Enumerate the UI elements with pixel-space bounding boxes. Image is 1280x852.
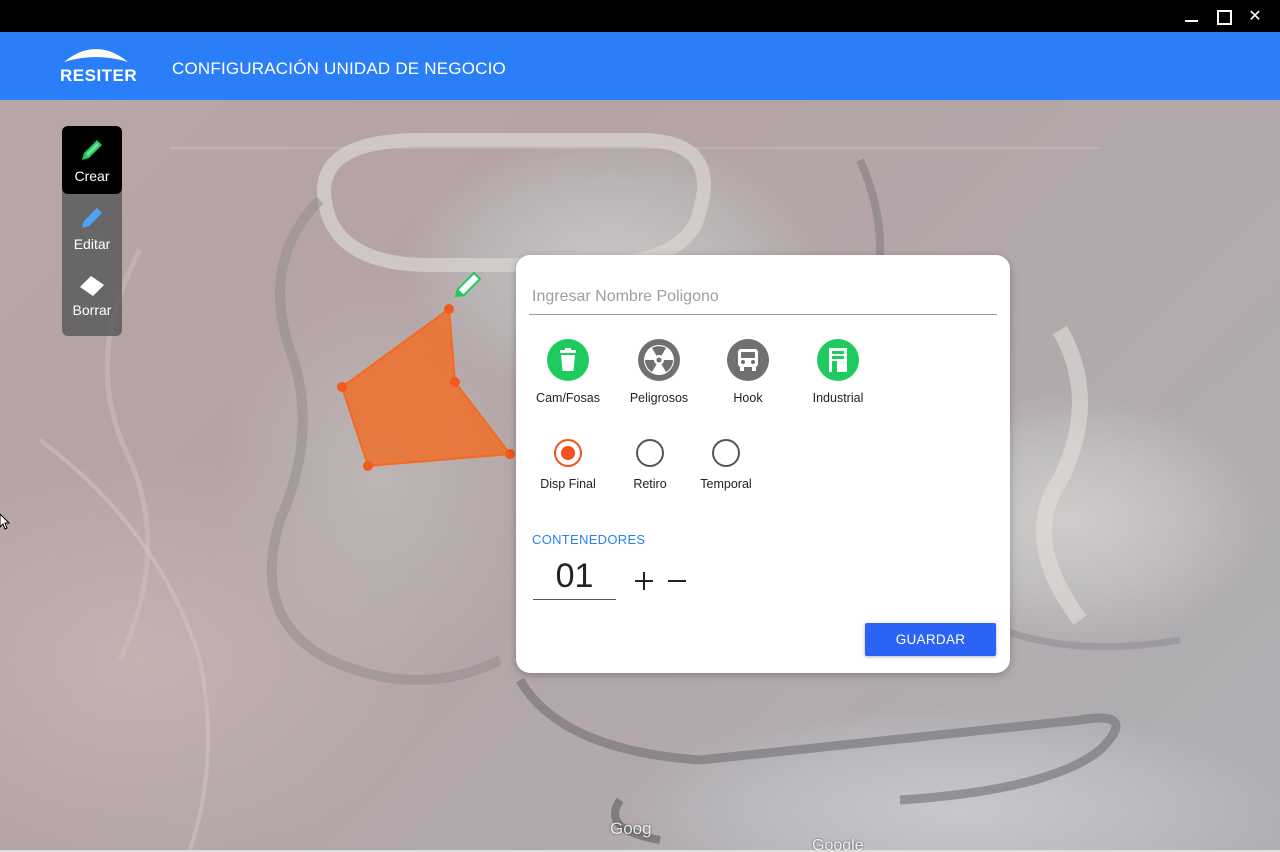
eraser-icon	[80, 276, 104, 296]
polygon-vertex[interactable]	[505, 449, 515, 459]
truck-icon	[727, 339, 769, 381]
radio-button[interactable]	[636, 439, 664, 467]
type-label: Cam/Fosas	[536, 391, 600, 405]
polygon-vertex[interactable]	[337, 382, 347, 392]
type-label: Hook	[733, 391, 763, 405]
radio-label: Temporal	[700, 477, 752, 491]
pencil-icon	[82, 208, 102, 228]
increment-button[interactable]	[633, 565, 655, 590]
tool-label: Crear	[74, 168, 110, 184]
resiter-logo: RESITER	[56, 44, 138, 88]
radio-temporal[interactable]: Temporal	[686, 439, 766, 491]
type-label: Peligrosos	[629, 391, 689, 405]
drawing-toolbox: Crear Editar Borrar	[62, 126, 122, 336]
close-icon[interactable]: ✕	[1244, 6, 1266, 26]
trash-icon	[547, 339, 589, 381]
containers-count[interactable]: 01	[533, 555, 616, 600]
containers-label: CONTENEDORES	[532, 532, 646, 547]
google-attribution: Google	[812, 837, 864, 850]
tool-editar[interactable]: Editar	[62, 204, 122, 264]
radio-retiro[interactable]: Retiro	[610, 439, 690, 491]
type-cam-fosas[interactable]: Cam/Fosas	[528, 339, 608, 405]
polygon-vertex[interactable]	[450, 377, 460, 387]
radiation-icon	[638, 339, 680, 381]
radio-disp-final[interactable]: Disp Final	[528, 439, 608, 491]
type-hook[interactable]: Hook	[708, 339, 788, 405]
radio-button[interactable]	[554, 439, 582, 467]
polygon-name-input[interactable]	[529, 279, 997, 315]
logo-arc-icon	[64, 49, 128, 62]
tool-label: Editar	[73, 236, 111, 252]
drawn-polygon[interactable]	[340, 307, 512, 468]
polygon-vertex[interactable]	[363, 461, 373, 471]
logo-text: RESITER	[60, 66, 138, 85]
decrement-button[interactable]	[666, 565, 688, 589]
radio-button[interactable]	[712, 439, 740, 467]
maximize-icon[interactable]	[1212, 6, 1234, 26]
save-button[interactable]: GUARDAR	[865, 623, 996, 656]
radio-label: Disp Final	[540, 477, 596, 491]
mouse-cursor-icon	[0, 514, 10, 530]
minimize-icon[interactable]	[1180, 6, 1202, 26]
tool-borrar[interactable]: Borrar	[62, 272, 122, 332]
window-titlebar: ✕	[0, 0, 1280, 32]
page-title: CONFIGURACIÓN UNIDAD DE NEGOCIO	[172, 59, 506, 78]
edit-pencil-icon[interactable]	[450, 270, 484, 309]
tool-crear[interactable]: Crear	[62, 126, 122, 194]
radio-label: Retiro	[633, 477, 667, 491]
type-label: Industrial	[812, 391, 864, 405]
tool-label: Borrar	[72, 302, 112, 318]
polygon-config-panel: Cam/Fosas Peligrosos	[516, 255, 1010, 673]
app-header: RESITER CONFIGURACIÓN UNIDAD DE NEGOCIO	[0, 32, 1280, 100]
type-industrial[interactable]: Industrial	[798, 339, 878, 405]
pencil-icon	[82, 140, 102, 160]
type-peligrosos[interactable]: Peligrosos	[619, 339, 699, 405]
factory-icon	[817, 339, 859, 381]
google-attribution: Goog	[610, 819, 652, 838]
